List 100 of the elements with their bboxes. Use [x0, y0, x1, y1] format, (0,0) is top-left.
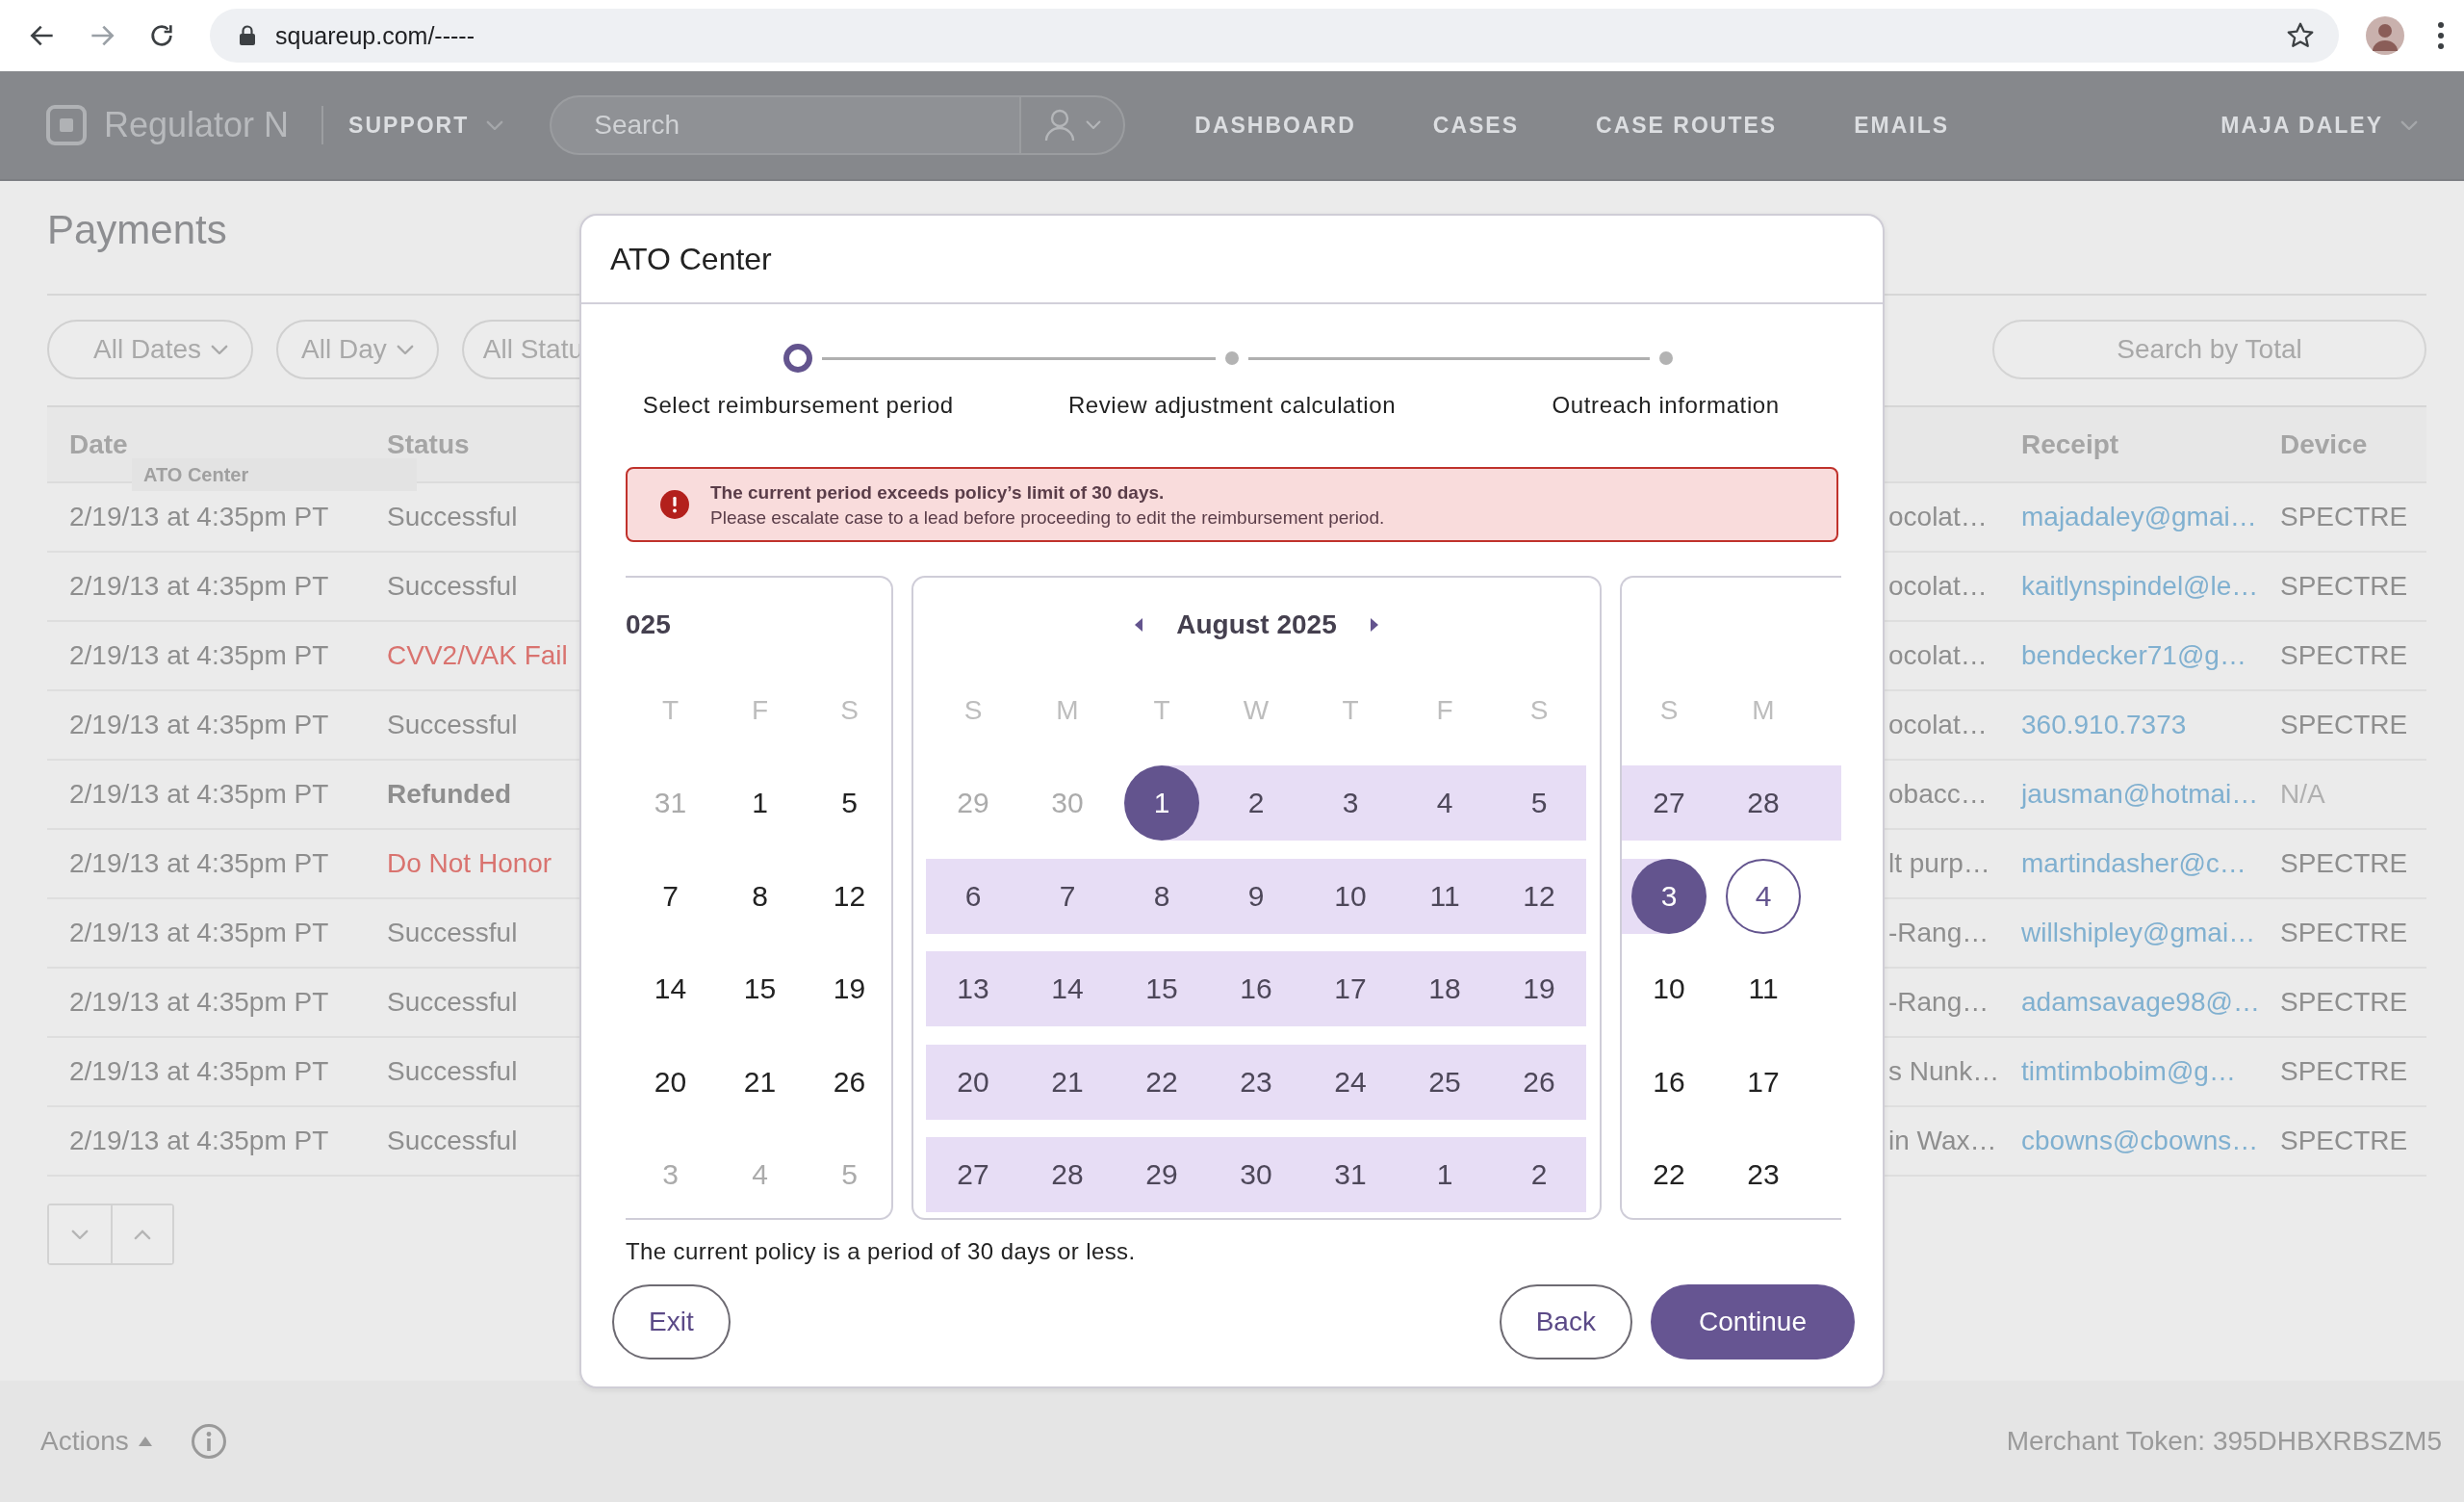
policy-note: The current policy is a period of 30 days or less.: [626, 1238, 1137, 1265]
calendar-day[interactable]: 24: [1313, 1044, 1388, 1120]
calendar-day[interactable]: 4: [1726, 858, 1801, 934]
calendar-day[interactable]: 11: [1407, 858, 1482, 934]
calendar-day[interactable]: 15: [722, 951, 798, 1026]
calendar-day[interactable]: 29: [1124, 1137, 1199, 1212]
previous-month-icon[interactable]: [1134, 618, 1144, 632]
calendar-day[interactable]: 23: [1219, 1044, 1294, 1120]
table-cell-text: ocolat…: [1887, 640, 1989, 671]
calendar-day[interactable]: 3: [1631, 858, 1707, 934]
logo-icon: [46, 105, 87, 145]
table-cell-text: s Nunk…: [1887, 1056, 2001, 1087]
calendar-day[interactable]: 4: [1407, 765, 1482, 841]
error-icon: [660, 490, 689, 519]
calendar-day[interactable]: 23: [1726, 1137, 1801, 1212]
calendar-day[interactable]: 2: [1502, 1137, 1577, 1212]
calendar-day[interactable]: 16: [1219, 951, 1294, 1026]
weekday-label: S: [1528, 695, 1550, 726]
weekday-label: M: [1751, 695, 1776, 726]
calendar-day[interactable]: 9: [1219, 858, 1294, 934]
calendar-day[interactable]: 10: [1313, 858, 1388, 934]
table-cell-text: SPECTRE: [2280, 571, 2409, 602]
calendar-day[interactable]: 21: [1030, 1044, 1105, 1120]
page-title: Payments: [47, 206, 228, 254]
calendar-day[interactable]: 10: [1631, 951, 1707, 1026]
table-cell-text: SPECTRE: [2280, 640, 2409, 671]
calendar-day[interactable]: 7: [632, 858, 708, 934]
weekday-label: M: [1055, 695, 1080, 726]
address-bar[interactable]: squareup.com/-----: [210, 9, 2339, 63]
calendar-day[interactable]: 20: [936, 1044, 1011, 1120]
calendar-day[interactable]: 5: [1502, 765, 1577, 841]
weekday-label: T: [660, 695, 680, 726]
calendar-day[interactable]: 17: [1313, 951, 1388, 1026]
calendar-day[interactable]: 1: [722, 765, 798, 841]
table-cell-text: 2/19/13 at 4:35pm PT: [68, 640, 330, 671]
table-cell-text: 2/19/13 at 4:35pm PT: [68, 1126, 330, 1156]
calendar-day[interactable]: 15: [1124, 951, 1199, 1026]
weekday-label: S: [1658, 695, 1680, 726]
weekday-label: T: [1152, 695, 1171, 726]
tooltip: ATO Center: [132, 458, 417, 491]
calendar-day[interactable]: 22: [1124, 1044, 1199, 1120]
avatar-icon[interactable]: [2366, 16, 2404, 55]
status-text: Successful: [387, 710, 519, 740]
caret-icon: [1086, 120, 1102, 130]
weekday-label: F: [750, 695, 770, 726]
calendar-day[interactable]: 18: [1407, 951, 1482, 1026]
calendar-day[interactable]: 14: [632, 951, 708, 1026]
step-label: Select reimbursement period: [642, 392, 954, 419]
calendar-day[interactable]: 1: [1124, 765, 1199, 841]
status-text: Successful: [387, 571, 519, 602]
table-cell-text: 2/19/13 at 4:35pm PT: [68, 1056, 330, 1087]
calendar-day[interactable]: 21: [722, 1044, 798, 1120]
calendar-day[interactable]: 11: [1726, 951, 1801, 1026]
status-text: Successful: [387, 1056, 519, 1087]
table-cell-text: 2/19/13 at 4:35pm PT: [68, 710, 330, 740]
calendar-day[interactable]: 2: [1219, 765, 1294, 841]
table-cell-text: -Rang…: [1887, 987, 1990, 1018]
calendar-day[interactable]: 3: [1313, 765, 1388, 841]
table-cell-text: 2/19/13 at 4:35pm PT: [68, 502, 330, 532]
status-text: CVV2/VAK Fail: [387, 640, 569, 671]
calendar-day[interactable]: 22: [1631, 1137, 1707, 1212]
action-button[interactable]: Exit: [612, 1284, 731, 1360]
status-text: Successful: [387, 987, 519, 1018]
weekday-label: F: [1435, 695, 1454, 726]
calendar-day[interactable]: 20: [632, 1044, 708, 1120]
menu-icon[interactable]: [2437, 21, 2445, 50]
calendar-day[interactable]: 17: [1726, 1044, 1801, 1120]
calendar-day[interactable]: 30: [1219, 1137, 1294, 1212]
table-cell-text: ocolat…: [1887, 710, 1989, 740]
calendar-day[interactable]: 5: [811, 765, 887, 841]
calendar-day[interactable]: 19: [1502, 951, 1577, 1026]
calendar-day[interactable]: 26: [1502, 1044, 1577, 1120]
total-search-field[interactable]: Search by Total: [1992, 320, 2426, 379]
calendar-day[interactable]: 7: [1030, 858, 1105, 934]
chevron-up-icon: [134, 1229, 151, 1240]
calendar-day[interactable]: 12: [811, 858, 887, 934]
calendar-day[interactable]: 25: [1407, 1044, 1482, 1120]
calendar-day[interactable]: 8: [722, 858, 798, 934]
calendar-day[interactable]: 6: [936, 858, 1011, 934]
table-cell-text: obacc…: [1887, 779, 1989, 810]
calendar-day[interactable]: 27: [1631, 765, 1707, 841]
calendar-day[interactable]: 26: [811, 1044, 887, 1120]
table-cell-text: 2/19/13 at 4:35pm PT: [68, 987, 330, 1018]
next-month-icon[interactable]: [1369, 618, 1379, 632]
calendar-day[interactable]: 1: [1407, 1137, 1482, 1212]
calendar-day[interactable]: 28: [1030, 1137, 1105, 1212]
continue-button[interactable]: Continue: [1650, 1284, 1855, 1360]
calendar-day[interactable]: 31: [1313, 1137, 1388, 1212]
calendar-day[interactable]: 28: [1726, 765, 1801, 841]
calendar-day[interactable]: 14: [1030, 951, 1105, 1026]
calendar-day[interactable]: 27: [936, 1137, 1011, 1212]
calendar-day[interactable]: 16: [1631, 1044, 1707, 1120]
search-field[interactable]: Search: [550, 95, 1020, 155]
status-text: Do Not Honor: [387, 848, 553, 879]
action-button[interactable]: Back: [1499, 1284, 1632, 1360]
calendar-day[interactable]: 8: [1124, 858, 1199, 934]
calendar-day[interactable]: 19: [811, 951, 887, 1026]
table-cell-text: SPECTRE: [2280, 987, 2409, 1018]
calendar-day[interactable]: 12: [1502, 858, 1577, 934]
calendar-day[interactable]: 13: [936, 951, 1011, 1026]
